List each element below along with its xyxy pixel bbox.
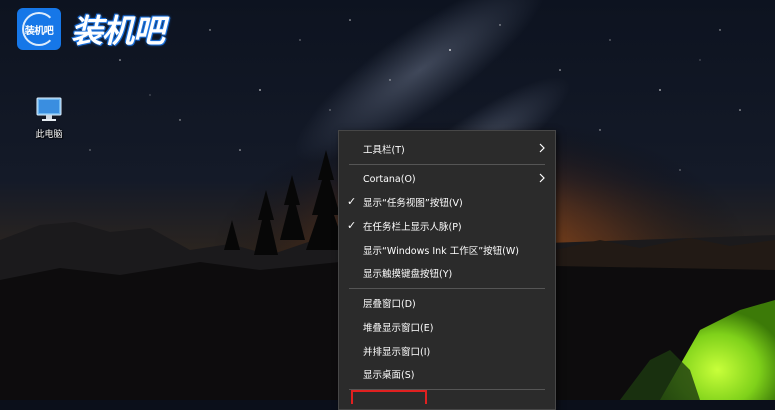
menu-item-cortana[interactable]: Cortana(O) <box>339 168 555 190</box>
menu-item-label: 并排显示窗口(I) <box>363 347 431 358</box>
menu-item-label: 显示“Windows Ink 工作区”按钮(W) <box>363 246 519 257</box>
menu-item-show-task-view-button[interactable]: ✓ 显示“任务视图”按钮(V) <box>339 191 555 213</box>
this-pc-icon <box>36 97 62 121</box>
menu-item-show-people[interactable]: ✓ 在任务栏上显示人脉(P) <box>339 215 555 237</box>
menu-item-label: 显示“任务视图”按钮(V) <box>363 198 463 209</box>
annotation-highlight-box <box>351 390 427 404</box>
menu-item-show-touch-keyboard-button[interactable]: 显示触摸键盘按钮(Y) <box>339 262 555 284</box>
menu-item-show-windows-stacked[interactable]: 堆叠显示窗口(E) <box>339 316 555 338</box>
logo-tile-text: 装机吧 <box>24 25 54 37</box>
menu-item-label: 在任务栏上显示人脉(P) <box>363 222 462 233</box>
checkmark-icon: ✓ <box>347 195 357 208</box>
menu-item-label: 显示触摸键盘按钮(Y) <box>363 269 453 280</box>
checkmark-icon: ✓ <box>347 219 357 232</box>
menu-item-toolbars[interactable]: 工具栏(T) <box>339 138 555 160</box>
menu-separator <box>349 288 545 289</box>
taskbar-context-menu: 工具栏(T) Cortana(O) ✓ 显示“任务视图”按钮(V) ✓ 在任务栏… <box>338 130 556 410</box>
menu-item-show-windows-side-by-side[interactable]: 并排显示窗口(I) <box>339 340 555 362</box>
menu-separator <box>349 164 545 165</box>
site-logo: 装机吧 装机吧 <box>17 8 165 50</box>
menu-item-label: 工具栏(T) <box>363 145 405 156</box>
logo-wordmark: 装机吧 <box>71 12 165 50</box>
desktop-icon-label: 此电脑 <box>35 130 63 140</box>
logo-tile: 装机吧 <box>17 8 61 50</box>
menu-item-cascade-windows[interactable]: 层叠窗口(D) <box>339 292 555 314</box>
chevron-right-icon <box>539 143 545 153</box>
menu-item-label: Cortana(O) <box>363 173 416 185</box>
desktop[interactable]: 装机吧 装机吧 此电脑 工具栏(T) Cortana(O) ✓ 显示“任务视图”… <box>0 0 775 410</box>
menu-item-show-desktop[interactable]: 显示桌面(S) <box>339 363 555 385</box>
desktop-icon-this-pc[interactable]: 此电脑 <box>24 96 74 140</box>
menu-item-label: 层叠窗口(D) <box>363 299 416 310</box>
menu-item-label: 堆叠显示窗口(E) <box>363 323 434 334</box>
menu-item-show-windows-ink-button[interactable]: 显示“Windows Ink 工作区”按钮(W) <box>339 239 555 261</box>
menu-item-label: 显示桌面(S) <box>363 370 415 381</box>
chevron-right-icon <box>539 173 545 183</box>
